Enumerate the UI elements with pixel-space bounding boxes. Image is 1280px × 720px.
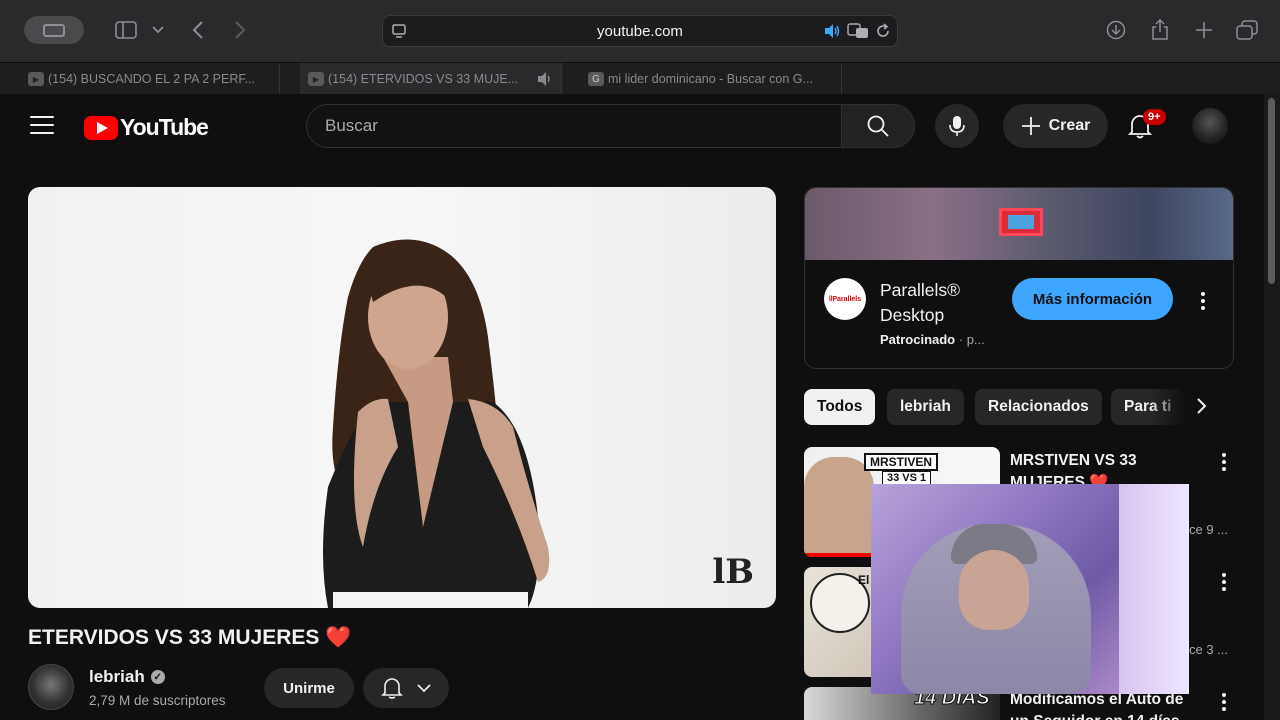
chip-related[interactable]: Relacionados [975, 389, 1102, 425]
thumbnail-text: El [858, 573, 870, 587]
tab-audio-icon[interactable] [536, 71, 554, 90]
ad-sponsored-line: Patrocinado · p... [880, 332, 985, 347]
menu-icon[interactable] [30, 116, 54, 134]
join-button[interactable]: Unirme [264, 668, 354, 708]
plus-icon [1021, 117, 1040, 135]
related-meta: ce 9 ... [1189, 522, 1229, 537]
microphone-icon [949, 116, 965, 136]
sidebar-icon[interactable] [114, 16, 138, 44]
channel-watermark: lB [712, 552, 754, 592]
new-tab-icon[interactable] [1192, 16, 1216, 44]
logo-text: YouTube [120, 114, 209, 140]
search-input[interactable]: Buscar [306, 104, 842, 148]
create-button[interactable]: Crear [1003, 104, 1108, 148]
youtube-icon: ▶ [308, 72, 324, 86]
translate-icon[interactable] [847, 23, 869, 43]
browser-tab[interactable]: G mi lider dominicano - Buscar con G... [580, 63, 842, 95]
browser-tab-active[interactable]: ▶ (154) ETERVIDOS VS 33 MUJE... [300, 63, 562, 95]
youtube-icon: ▶ [28, 72, 44, 86]
chevron-right-icon[interactable] [1196, 397, 1208, 421]
ad-card[interactable]: ‖Parallels Parallels® Desktop Patrocinad… [804, 187, 1234, 369]
url-text: youtube.com [597, 22, 683, 40]
chip-channel[interactable]: lebriah [887, 389, 964, 425]
tab-label: (154) ETERVIDOS VS 33 MUJE... [328, 72, 519, 86]
channel-name[interactable]: lebriah ✓ [89, 667, 165, 687]
related-meta: ce 3 ... [1189, 642, 1229, 657]
laptop-icon [999, 208, 1043, 236]
forward-icon[interactable] [228, 16, 252, 44]
tab-label: mi lider dominicano - Buscar con G... [608, 72, 813, 86]
webcam-background [1119, 484, 1189, 694]
thumbnail-person [804, 457, 874, 557]
video-player[interactable]: lB [28, 187, 776, 608]
chip-todos[interactable]: Todos [804, 389, 876, 425]
notification-badge: 9+ [1143, 109, 1166, 125]
ad-banner-image [805, 188, 1233, 260]
advertiser-logo: ‖Parallels [824, 278, 866, 320]
browser-toolbar: youtube.com [0, 0, 1280, 62]
youtube-page: YouTube Buscar Crear 9+ lB ETERVIDOS VS … [0, 94, 1264, 720]
chevron-down-icon[interactable] [150, 16, 166, 44]
search-button[interactable] [841, 104, 915, 148]
chevron-down-icon [417, 683, 431, 692]
more-options-icon[interactable] [1222, 693, 1226, 711]
channel-avatar[interactable] [28, 664, 74, 710]
sponsored-label: Patrocinado [880, 332, 956, 347]
notification-settings-button[interactable] [363, 668, 449, 708]
verified-icon: ✓ [150, 670, 165, 684]
tab-overview-button[interactable] [24, 16, 84, 44]
more-options-icon[interactable] [1201, 292, 1205, 310]
youtube-logo[interactable]: YouTube [84, 114, 209, 141]
google-icon: G [588, 72, 604, 86]
chips-fade [1150, 389, 1230, 425]
bell-icon [381, 678, 403, 699]
join-label: Unirme [283, 679, 335, 697]
account-avatar[interactable] [1192, 108, 1228, 144]
reader-icon[interactable] [391, 23, 407, 43]
create-label: Crear [1048, 117, 1091, 134]
thumbnail-text: 33 VS 1 [882, 471, 932, 485]
scrollbar-thumb[interactable] [1268, 98, 1275, 284]
audio-icon[interactable] [823, 23, 841, 43]
back-icon[interactable] [186, 16, 210, 44]
learn-more-button[interactable]: Más información [1012, 278, 1173, 320]
page-scrollbar[interactable] [1264, 94, 1280, 720]
share-icon[interactable] [1148, 16, 1172, 44]
search-icon [867, 115, 889, 137]
tab-label: (154) BUSCANDO EL 2 PA 2 PERF... [48, 72, 256, 86]
browser-tab[interactable]: ▶ (154) BUSCANDO EL 2 PA 2 PERF... [20, 63, 280, 95]
thumbnail-text: MRSTIVEN [864, 453, 939, 471]
youtube-play-icon [84, 115, 118, 140]
webcam-person-face [959, 550, 1029, 630]
more-options-icon[interactable] [1222, 573, 1226, 591]
advertiser-logo-text: ‖Parallels [828, 295, 862, 303]
voice-search-button[interactable] [935, 104, 979, 148]
tabs-overview-icon[interactable] [1235, 16, 1259, 44]
downloads-icon[interactable] [1104, 16, 1128, 44]
address-bar[interactable]: youtube.com [382, 15, 898, 47]
webcam-overlay [871, 484, 1189, 694]
sponsor-domain: · p... [958, 332, 985, 347]
search-placeholder: Buscar [325, 116, 378, 135]
more-options-icon[interactable] [1222, 453, 1226, 471]
ad-title[interactable]: Parallels® Desktop [880, 278, 990, 328]
video-frame [323, 239, 550, 608]
channel-name-text: lebriah [89, 667, 145, 686]
tab-bar: ▶ (154) BUSCANDO EL 2 PA 2 PERF... ▶ (15… [0, 62, 1280, 95]
subscriber-count: 2,79 M de suscriptores [89, 693, 226, 708]
reload-icon[interactable] [875, 23, 891, 43]
video-title: ETERVIDOS VS 33 MUJERES ❤️ [28, 626, 352, 649]
